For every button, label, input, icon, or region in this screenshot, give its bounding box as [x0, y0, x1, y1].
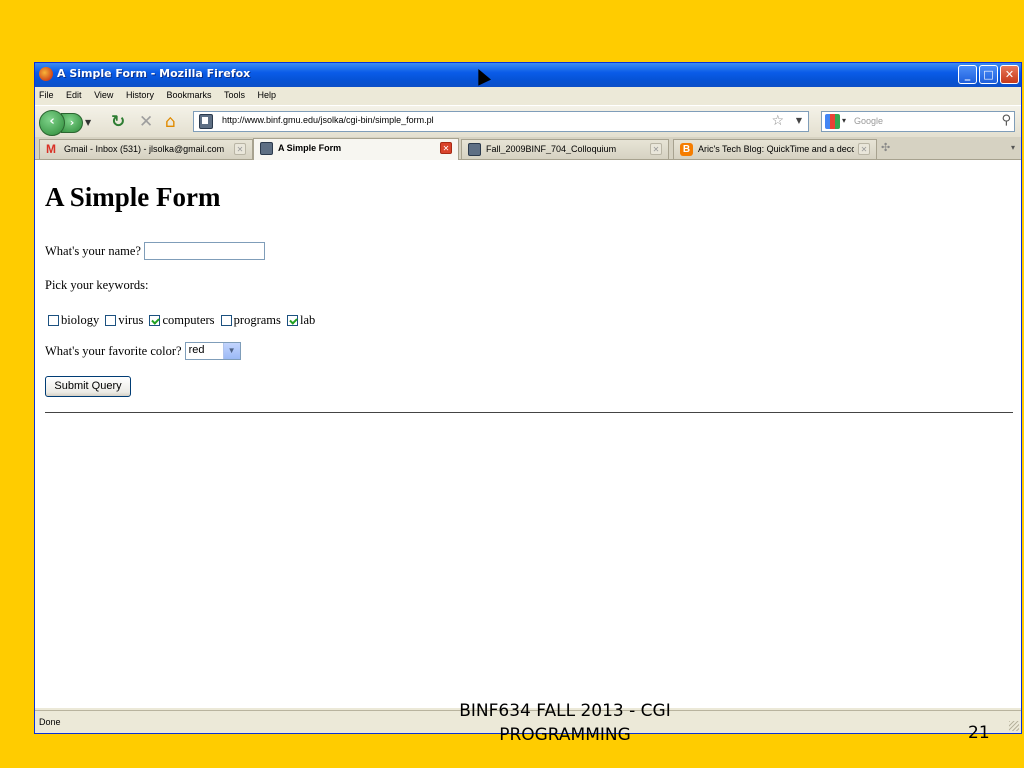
resize-grip-icon[interactable] [1009, 721, 1019, 731]
keywords-label: Pick your keywords: [45, 278, 149, 292]
name-row: What's your name? [45, 242, 265, 260]
blogger-icon: B [680, 143, 693, 156]
stop-icon[interactable]: ✕ [139, 112, 153, 132]
url-bar[interactable]: http://www.binf.gmu.edu/jsolka/cgi-bin/s… [193, 111, 809, 132]
url-dropdown-icon[interactable]: ▼ [796, 116, 802, 125]
keyword-label-computers: computers [162, 312, 215, 327]
new-tab-icon[interactable]: ✣ [881, 141, 890, 154]
tab-close-icon[interactable]: ✕ [234, 143, 246, 155]
title-bar[interactable]: A Simple Form - Mozilla Firefox _ □ ✕ [35, 63, 1021, 87]
menu-view[interactable]: View [90, 87, 119, 100]
name-input[interactable] [143, 242, 265, 260]
checkbox-virus[interactable] [105, 314, 117, 326]
horizontal-rule [45, 412, 1013, 413]
reload-icon[interactable]: ↻ [111, 112, 125, 132]
color-select-value: red [188, 344, 205, 356]
window-controls: _ □ ✕ [958, 65, 1019, 84]
checkbox-computers[interactable] [149, 314, 161, 326]
slide-footer-line-1: BINF634 FALL 2013 - CGI [459, 701, 671, 721]
tab-close-icon[interactable]: ✕ [858, 143, 870, 155]
color-label: What's your favorite color? [45, 343, 182, 358]
status-text: Done [39, 717, 61, 727]
menu-file[interactable]: File [35, 87, 60, 100]
tab-a-simple-form[interactable]: A Simple Form ✕ [253, 138, 459, 160]
tab-close-icon[interactable]: ✕ [440, 142, 452, 154]
gmail-icon: M [46, 142, 56, 156]
slide-number: 21 [968, 723, 990, 743]
menu-edit[interactable]: Edit [62, 87, 88, 100]
home-icon[interactable]: ⌂ [165, 112, 176, 132]
page-icon [260, 142, 273, 155]
search-icon[interactable]: ⚲ [1001, 113, 1011, 128]
tab-tech-blog[interactable]: B Aric's Tech Blog: QuickTime and a deco… [673, 139, 877, 159]
slide-footer-line-2: PROGRAMMING [499, 725, 631, 745]
keyword-label-programs: programs [233, 312, 281, 327]
window-title: A Simple Form - Mozilla Firefox [57, 67, 251, 80]
tab-close-icon[interactable]: ✕ [650, 143, 662, 155]
back-forward-group: › ‹ ▼ [39, 110, 97, 136]
tab-colloquium[interactable]: Fall_2009BINF_704_Colloquium ✕ [461, 139, 669, 159]
page-favicon-icon [199, 114, 213, 129]
menu-tools[interactable]: Tools [220, 87, 251, 100]
menu-bar: File Edit View History Bookmarks Tools H… [35, 87, 1021, 105]
tab-label: Fall_2009BINF_704_Colloquium [486, 144, 617, 154]
url-text[interactable]: http://www.binf.gmu.edu/jsolka/cgi-bin/s… [222, 115, 434, 125]
keyword-label-lab: lab [300, 312, 316, 327]
chevron-down-icon[interactable]: ▼ [222, 343, 240, 359]
keywords-row: biology virus computers programs lab [45, 312, 315, 328]
search-box[interactable]: ▾ Google ⚲ [821, 111, 1015, 132]
tab-label: Gmail - Inbox (531) - jlsolka@gmail.com [64, 144, 225, 154]
checkbox-biology[interactable] [48, 314, 59, 326]
color-row: What's your favorite color? red ▼ [45, 342, 241, 360]
submit-button[interactable]: Submit Query [45, 376, 131, 397]
list-all-tabs-icon[interactable]: ▾ [1011, 143, 1015, 152]
name-label: What's your name? [45, 243, 141, 258]
search-engine-icon[interactable] [825, 114, 840, 129]
page-heading: A Simple Form [45, 182, 221, 212]
keyword-label-biology: biology [61, 312, 100, 327]
tab-gmail[interactable]: M Gmail - Inbox (531) - jlsolka@gmail.co… [39, 139, 253, 159]
maximize-button[interactable]: □ [979, 65, 998, 84]
browser-window: A Simple Form - Mozilla Firefox _ □ ✕ Fi… [34, 62, 1022, 734]
checkbox-lab[interactable] [287, 314, 298, 326]
page-content: A Simple Form What's your name? Pick you… [35, 160, 1021, 708]
tab-bar: M Gmail - Inbox (531) - jlsolka@gmail.co… [35, 137, 1021, 160]
search-engine-dropdown-icon[interactable]: ▾ [842, 116, 846, 125]
tab-label: Aric's Tech Blog: QuickTime and a deco..… [698, 144, 854, 154]
close-button[interactable]: ✕ [1000, 65, 1019, 84]
navigation-toolbar: › ‹ ▼ ↻ ✕ ⌂ http://www.binf.gmu.edu/jsol… [35, 105, 1021, 139]
minimize-button[interactable]: _ [958, 65, 977, 84]
bookmark-star-icon[interactable]: ☆ [771, 113, 784, 129]
menu-bookmarks[interactable]: Bookmarks [162, 87, 217, 100]
checkbox-programs[interactable] [220, 314, 232, 326]
color-select[interactable]: red ▼ [184, 342, 241, 360]
firefox-icon [39, 67, 53, 81]
slide-footer-title: BINF634 FALL 2013 - CGI PROGRAMMING [440, 699, 690, 747]
search-placeholder[interactable]: Google [854, 116, 883, 126]
keyword-label-virus: virus [118, 312, 144, 327]
menu-history[interactable]: History [122, 87, 160, 100]
page-icon [468, 143, 481, 156]
history-dropdown-icon[interactable]: ▼ [85, 118, 91, 127]
tab-label: A Simple Form [278, 143, 342, 153]
back-icon[interactable]: ‹ [39, 110, 65, 136]
menu-help[interactable]: Help [254, 87, 283, 100]
